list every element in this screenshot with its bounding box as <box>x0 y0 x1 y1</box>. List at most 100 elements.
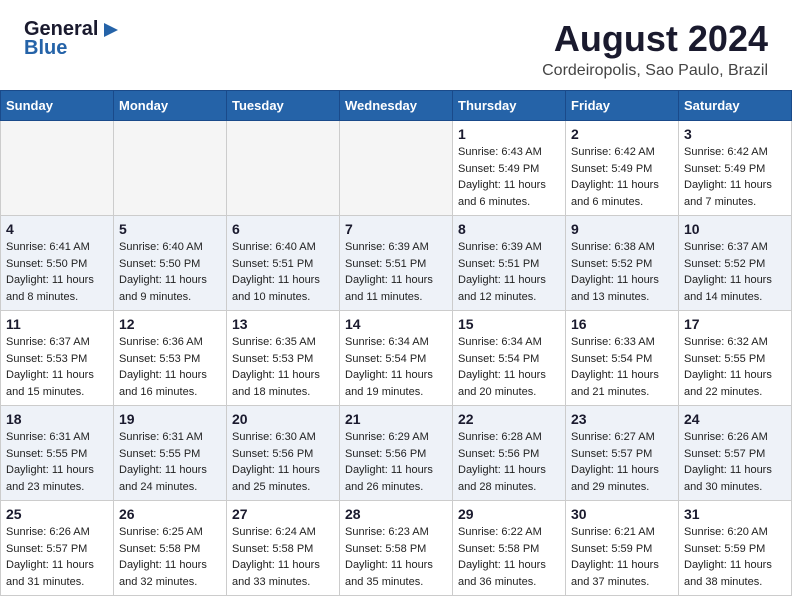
day-info: Sunrise: 6:41 AM Sunset: 5:50 PM Dayligh… <box>6 239 108 305</box>
day-number: 21 <box>345 411 447 427</box>
day-number: 19 <box>119 411 221 427</box>
calendar-cell-w3-d4: 15 Sunrise: 6:34 AM Sunset: 5:54 PM Dayl… <box>453 311 566 406</box>
calendar-cell-w1-d6: 3 Sunrise: 6:42 AM Sunset: 5:49 PM Dayli… <box>679 121 792 216</box>
calendar-cell-w4-d4: 22 Sunrise: 6:28 AM Sunset: 5:56 PM Dayl… <box>453 406 566 501</box>
calendar-cell-w2-d1: 5 Sunrise: 6:40 AM Sunset: 5:50 PM Dayli… <box>114 216 227 311</box>
day-info: Sunrise: 6:27 AM Sunset: 5:57 PM Dayligh… <box>571 429 673 495</box>
day-number: 15 <box>458 316 560 332</box>
day-number: 25 <box>6 506 108 522</box>
day-info: Sunrise: 6:31 AM Sunset: 5:55 PM Dayligh… <box>6 429 108 495</box>
calendar-cell-w2-d5: 9 Sunrise: 6:38 AM Sunset: 5:52 PM Dayli… <box>566 216 679 311</box>
calendar-cell-w5-d1: 26 Sunrise: 6:25 AM Sunset: 5:58 PM Dayl… <box>114 501 227 596</box>
day-number: 11 <box>6 316 108 332</box>
calendar-header-row: Sunday Monday Tuesday Wednesday Thursday… <box>1 91 792 121</box>
day-number: 12 <box>119 316 221 332</box>
calendar-cell-w2-d6: 10 Sunrise: 6:37 AM Sunset: 5:52 PM Dayl… <box>679 216 792 311</box>
day-info: Sunrise: 6:38 AM Sunset: 5:52 PM Dayligh… <box>571 239 673 305</box>
day-info: Sunrise: 6:39 AM Sunset: 5:51 PM Dayligh… <box>345 239 447 305</box>
calendar-cell-w4-d5: 23 Sunrise: 6:27 AM Sunset: 5:57 PM Dayl… <box>566 406 679 501</box>
calendar-table: Sunday Monday Tuesday Wednesday Thursday… <box>0 90 792 596</box>
month-year-title: August 2024 <box>542 18 768 60</box>
calendar-week-5: 25 Sunrise: 6:26 AM Sunset: 5:57 PM Dayl… <box>1 501 792 596</box>
day-number: 4 <box>6 221 108 237</box>
day-info: Sunrise: 6:42 AM Sunset: 5:49 PM Dayligh… <box>571 144 673 210</box>
day-number: 28 <box>345 506 447 522</box>
day-number: 16 <box>571 316 673 332</box>
calendar-cell-w5-d3: 28 Sunrise: 6:23 AM Sunset: 5:58 PM Dayl… <box>340 501 453 596</box>
day-info: Sunrise: 6:37 AM Sunset: 5:53 PM Dayligh… <box>6 334 108 400</box>
day-number: 14 <box>345 316 447 332</box>
day-info: Sunrise: 6:33 AM Sunset: 5:54 PM Dayligh… <box>571 334 673 400</box>
day-number: 27 <box>232 506 334 522</box>
calendar-week-4: 18 Sunrise: 6:31 AM Sunset: 5:55 PM Dayl… <box>1 406 792 501</box>
header-saturday: Saturday <box>679 91 792 121</box>
day-number: 8 <box>458 221 560 237</box>
day-number: 17 <box>684 316 786 332</box>
calendar-cell-w1-d4: 1 Sunrise: 6:43 AM Sunset: 5:49 PM Dayli… <box>453 121 566 216</box>
day-info: Sunrise: 6:29 AM Sunset: 5:56 PM Dayligh… <box>345 429 447 495</box>
day-info: Sunrise: 6:40 AM Sunset: 5:50 PM Dayligh… <box>119 239 221 305</box>
calendar-cell-w5-d5: 30 Sunrise: 6:21 AM Sunset: 5:59 PM Dayl… <box>566 501 679 596</box>
day-number: 23 <box>571 411 673 427</box>
day-info: Sunrise: 6:32 AM Sunset: 5:55 PM Dayligh… <box>684 334 786 400</box>
day-info: Sunrise: 6:28 AM Sunset: 5:56 PM Dayligh… <box>458 429 560 495</box>
day-info: Sunrise: 6:34 AM Sunset: 5:54 PM Dayligh… <box>345 334 447 400</box>
calendar-cell-w1-d5: 2 Sunrise: 6:42 AM Sunset: 5:49 PM Dayli… <box>566 121 679 216</box>
day-info: Sunrise: 6:23 AM Sunset: 5:58 PM Dayligh… <box>345 524 447 590</box>
day-number: 26 <box>119 506 221 522</box>
logo: General Blue <box>24 18 122 60</box>
day-info: Sunrise: 6:31 AM Sunset: 5:55 PM Dayligh… <box>119 429 221 495</box>
calendar-cell-w5-d2: 27 Sunrise: 6:24 AM Sunset: 5:58 PM Dayl… <box>227 501 340 596</box>
calendar-cell-w3-d5: 16 Sunrise: 6:33 AM Sunset: 5:54 PM Dayl… <box>566 311 679 406</box>
day-number: 30 <box>571 506 673 522</box>
calendar-cell-w3-d1: 12 Sunrise: 6:36 AM Sunset: 5:53 PM Dayl… <box>114 311 227 406</box>
day-info: Sunrise: 6:25 AM Sunset: 5:58 PM Dayligh… <box>119 524 221 590</box>
day-number: 22 <box>458 411 560 427</box>
header-monday: Monday <box>114 91 227 121</box>
day-number: 7 <box>345 221 447 237</box>
calendar-cell-w2-d0: 4 Sunrise: 6:41 AM Sunset: 5:50 PM Dayli… <box>1 216 114 311</box>
day-info: Sunrise: 6:21 AM Sunset: 5:59 PM Dayligh… <box>571 524 673 590</box>
calendar-cell-w4-d3: 21 Sunrise: 6:29 AM Sunset: 5:56 PM Dayl… <box>340 406 453 501</box>
day-number: 20 <box>232 411 334 427</box>
day-info: Sunrise: 6:43 AM Sunset: 5:49 PM Dayligh… <box>458 144 560 210</box>
header-tuesday: Tuesday <box>227 91 340 121</box>
day-number: 1 <box>458 126 560 142</box>
calendar-cell-w4-d1: 19 Sunrise: 6:31 AM Sunset: 5:55 PM Dayl… <box>114 406 227 501</box>
calendar-cell-w5-d6: 31 Sunrise: 6:20 AM Sunset: 5:59 PM Dayl… <box>679 501 792 596</box>
day-info: Sunrise: 6:22 AM Sunset: 5:58 PM Dayligh… <box>458 524 560 590</box>
calendar-cell-w1-d0 <box>1 121 114 216</box>
day-number: 18 <box>6 411 108 427</box>
calendar-cell-w3-d2: 13 Sunrise: 6:35 AM Sunset: 5:53 PM Dayl… <box>227 311 340 406</box>
day-info: Sunrise: 6:20 AM Sunset: 5:59 PM Dayligh… <box>684 524 786 590</box>
day-number: 31 <box>684 506 786 522</box>
day-number: 9 <box>571 221 673 237</box>
calendar-cell-w1-d2 <box>227 121 340 216</box>
calendar-cell-w4-d2: 20 Sunrise: 6:30 AM Sunset: 5:56 PM Dayl… <box>227 406 340 501</box>
day-number: 29 <box>458 506 560 522</box>
day-info: Sunrise: 6:30 AM Sunset: 5:56 PM Dayligh… <box>232 429 334 495</box>
location-subtitle: Cordeiropolis, Sao Paulo, Brazil <box>542 62 768 80</box>
calendar-cell-w4-d6: 24 Sunrise: 6:26 AM Sunset: 5:57 PM Dayl… <box>679 406 792 501</box>
day-info: Sunrise: 6:40 AM Sunset: 5:51 PM Dayligh… <box>232 239 334 305</box>
title-block: August 2024 Cordeiropolis, Sao Paulo, Br… <box>542 18 768 80</box>
day-number: 24 <box>684 411 786 427</box>
calendar-cell-w1-d1 <box>114 121 227 216</box>
calendar-cell-w3-d6: 17 Sunrise: 6:32 AM Sunset: 5:55 PM Dayl… <box>679 311 792 406</box>
header-thursday: Thursday <box>453 91 566 121</box>
day-info: Sunrise: 6:35 AM Sunset: 5:53 PM Dayligh… <box>232 334 334 400</box>
day-number: 2 <box>571 126 673 142</box>
calendar-week-1: 1 Sunrise: 6:43 AM Sunset: 5:49 PM Dayli… <box>1 121 792 216</box>
calendar-cell-w5-d4: 29 Sunrise: 6:22 AM Sunset: 5:58 PM Dayl… <box>453 501 566 596</box>
day-number: 6 <box>232 221 334 237</box>
day-info: Sunrise: 6:36 AM Sunset: 5:53 PM Dayligh… <box>119 334 221 400</box>
day-number: 5 <box>119 221 221 237</box>
day-info: Sunrise: 6:42 AM Sunset: 5:49 PM Dayligh… <box>684 144 786 210</box>
calendar-week-2: 4 Sunrise: 6:41 AM Sunset: 5:50 PM Dayli… <box>1 216 792 311</box>
day-info: Sunrise: 6:34 AM Sunset: 5:54 PM Dayligh… <box>458 334 560 400</box>
day-info: Sunrise: 6:26 AM Sunset: 5:57 PM Dayligh… <box>684 429 786 495</box>
day-info: Sunrise: 6:24 AM Sunset: 5:58 PM Dayligh… <box>232 524 334 590</box>
header-friday: Friday <box>566 91 679 121</box>
calendar-cell-w3-d3: 14 Sunrise: 6:34 AM Sunset: 5:54 PM Dayl… <box>340 311 453 406</box>
day-info: Sunrise: 6:39 AM Sunset: 5:51 PM Dayligh… <box>458 239 560 305</box>
